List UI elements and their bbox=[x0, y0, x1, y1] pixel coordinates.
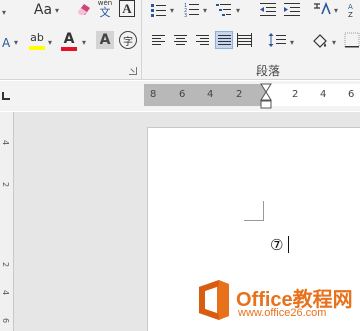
ruler-number: 4 bbox=[320, 89, 327, 100]
bullets-button[interactable] bbox=[150, 1, 168, 19]
ruler-number: 8 bbox=[150, 89, 157, 100]
clear-formatting-button[interactable] bbox=[74, 0, 94, 18]
text-highlight-dropdown-arrow[interactable]: ▾ bbox=[48, 38, 52, 47]
vertical-ruler-number: 2 bbox=[1, 181, 11, 188]
borders-button[interactable] bbox=[344, 31, 360, 49]
shading-dropdown-arrow[interactable]: ▾ bbox=[332, 38, 336, 47]
svg-text:Z: Z bbox=[348, 11, 353, 18]
font-color-bar bbox=[61, 46, 77, 51]
ruler-number: 6 bbox=[179, 89, 186, 100]
highlight-color-bar bbox=[29, 46, 45, 50]
vertical-ruler-number: 4 bbox=[1, 289, 11, 296]
character-shading-button[interactable]: A bbox=[96, 31, 114, 49]
decrease-indent-icon bbox=[260, 3, 276, 16]
ribbon: ▾ Aa ▾ wén 文 A ▾ 1 2 3 ▾ ▾ ▾ A Z A ▾ ab … bbox=[0, 0, 360, 80]
multilevel-list-button[interactable] bbox=[215, 1, 233, 19]
margin-corner-mark bbox=[244, 201, 264, 221]
multilevel-list-dropdown-arrow[interactable]: ▾ bbox=[236, 6, 240, 15]
ruler-number: 6 bbox=[348, 89, 355, 100]
chinese-layout-button[interactable] bbox=[312, 0, 332, 18]
svg-text:3: 3 bbox=[184, 13, 187, 18]
text-cursor bbox=[288, 236, 289, 253]
highlight-label: ab bbox=[30, 31, 44, 44]
font-color-button[interactable]: A bbox=[59, 30, 79, 52]
justify-button[interactable] bbox=[215, 31, 233, 49]
phonetic-guide-bottom-text: 文 bbox=[99, 6, 111, 19]
numbering-button[interactable]: 1 2 3 bbox=[183, 1, 201, 19]
shading-button[interactable] bbox=[311, 31, 329, 51]
bullets-dropdown-arrow[interactable]: ▾ bbox=[170, 6, 174, 15]
ruler-number: 4 bbox=[207, 89, 214, 100]
svg-text:A: A bbox=[348, 3, 353, 11]
font-size-dropdown-arrow[interactable]: ▾ bbox=[2, 8, 6, 17]
paragraph-group-label: 段落 bbox=[256, 64, 281, 78]
ruler-number: 2 bbox=[292, 89, 299, 100]
vertical-ruler-number: 6 bbox=[1, 317, 11, 324]
line-spacing-dropdown-arrow[interactable]: ▾ bbox=[290, 38, 294, 47]
increase-indent-button[interactable] bbox=[283, 1, 301, 19]
document-text[interactable]: ⑦ bbox=[270, 236, 283, 254]
chinese-layout-icon bbox=[314, 1, 331, 15]
vertical-ruler-number: 2 bbox=[1, 261, 11, 268]
group-separator bbox=[141, 0, 142, 80]
ruler-number: 2 bbox=[236, 89, 243, 100]
change-case-button[interactable]: Aa bbox=[30, 2, 56, 18]
paint-bucket-icon bbox=[313, 34, 327, 48]
increase-indent-icon bbox=[284, 3, 300, 16]
text-effects-dropdown-arrow[interactable]: ▾ bbox=[14, 38, 18, 47]
ruler-text-area bbox=[266, 84, 360, 106]
enclose-characters-button[interactable]: 字 bbox=[119, 31, 137, 49]
phonetic-guide-button[interactable]: wén 文 bbox=[96, 0, 114, 18]
text-effects-button[interactable]: A bbox=[2, 36, 10, 50]
change-case-dropdown-arrow[interactable]: ▾ bbox=[55, 6, 59, 15]
font-color-label: A bbox=[63, 30, 75, 47]
multilevel-list-icon bbox=[216, 4, 231, 16]
decrease-indent-button[interactable] bbox=[259, 1, 277, 19]
line-spacing-button[interactable] bbox=[268, 31, 286, 49]
line-spacing-icon bbox=[268, 33, 286, 47]
numbering-dropdown-arrow[interactable]: ▾ bbox=[203, 6, 207, 15]
font-color-dropdown-arrow[interactable]: ▾ bbox=[82, 38, 86, 47]
horizontal-ruler[interactable] bbox=[144, 84, 360, 106]
align-right-button[interactable] bbox=[194, 31, 212, 49]
vertical-ruler-number: 4 bbox=[1, 139, 11, 146]
sort-button[interactable]: A Z bbox=[348, 1, 360, 19]
character-border-button[interactable]: A bbox=[119, 0, 135, 17]
numbering-icon: 1 2 3 bbox=[184, 3, 199, 18]
sort-icon: A Z bbox=[348, 3, 353, 18]
borders-icon bbox=[344, 32, 360, 48]
distributed-align-button[interactable] bbox=[236, 31, 254, 49]
bullets-icon bbox=[151, 4, 166, 17]
text-highlight-button[interactable]: ab bbox=[27, 30, 47, 52]
chinese-layout-dropdown-arrow[interactable]: ▾ bbox=[334, 6, 338, 15]
office-logo-icon bbox=[199, 280, 229, 320]
font-dialog-launcher[interactable] bbox=[129, 67, 137, 75]
align-center-button[interactable] bbox=[172, 31, 190, 49]
indent-marker-icon[interactable] bbox=[260, 82, 272, 110]
align-left-button[interactable] bbox=[150, 31, 168, 49]
tab-selector[interactable] bbox=[2, 92, 10, 100]
vertical-ruler[interactable]: 4 2 2 4 6 bbox=[0, 112, 14, 331]
eraser-icon bbox=[78, 4, 90, 15]
watermark-url: www.office26.com bbox=[238, 307, 327, 319]
